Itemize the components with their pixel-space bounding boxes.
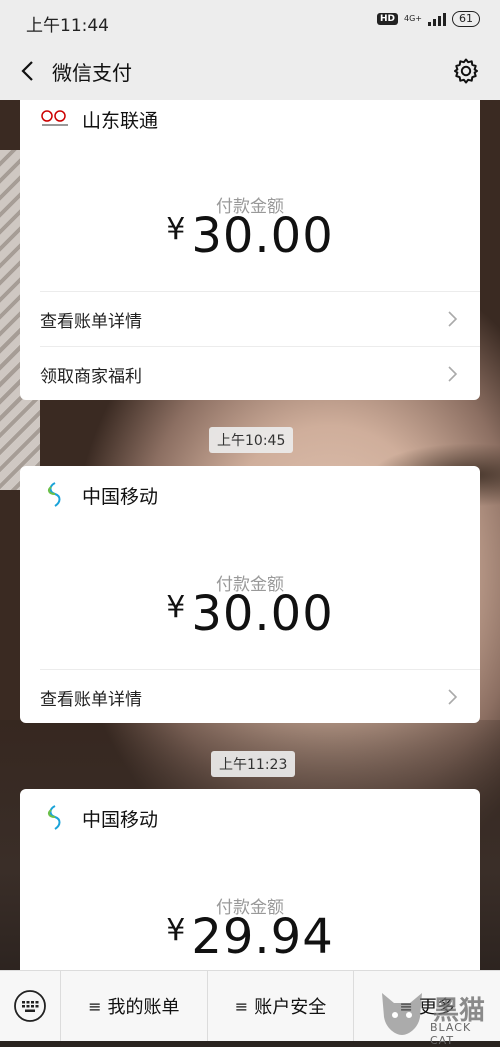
currency-symbol: ¥ (166, 913, 186, 948)
action-label: 查看账单详情 (40, 689, 142, 710)
back-icon (21, 61, 33, 81)
keyboard-toggle-button[interactable] (0, 971, 61, 1041)
menu-account-security[interactable]: ≡ 账户安全 (208, 971, 355, 1041)
bill-details-button[interactable]: 查看账单详情 (40, 291, 480, 346)
menu-label: 账户安全 (254, 997, 327, 1018)
nav-bar: 微信支付 (0, 42, 500, 100)
merchant-name: 山东联通 (82, 109, 159, 132)
currency-symbol: ¥ (166, 590, 186, 625)
amount-value: 29.94 (191, 909, 334, 965)
merchant-row: 中国移动 (40, 480, 158, 510)
status-icons: HD 4G+ 61 (376, 11, 480, 27)
status-bar: 上午11:44 HD 4G+ 61 (0, 0, 500, 42)
chevron-right-icon (448, 689, 458, 705)
signal-icon (428, 12, 446, 26)
page-title: 微信支付 (52, 61, 132, 85)
chevron-right-icon (448, 311, 458, 327)
china-mobile-logo-icon (40, 480, 70, 510)
menu-icon: ≡ (88, 996, 102, 1016)
menu-my-bills[interactable]: ≡ 我的账单 (61, 971, 208, 1041)
merchant-benefits-button[interactable]: 领取商家福利 (40, 346, 480, 400)
amount-value: 30.00 (191, 586, 334, 642)
amount: ¥30.00 (20, 208, 480, 264)
menu-label: 我的账单 (107, 997, 180, 1018)
network-type: 4G+ (404, 14, 422, 23)
status-time: 上午11:44 (26, 16, 109, 36)
amount-value: 30.00 (191, 208, 334, 264)
merchant-row: 山东联通 (40, 104, 158, 134)
bill-details-button[interactable]: 查看账单详情 (40, 669, 480, 723)
settings-button[interactable] (452, 57, 480, 85)
action-label: 领取商家福利 (40, 366, 142, 387)
amount: ¥30.00 (20, 586, 480, 642)
amount: ¥29.94 (20, 909, 480, 965)
gear-icon (454, 58, 478, 84)
merchant-name: 中国移动 (82, 485, 159, 508)
keyboard-icon (14, 990, 46, 1022)
watermark: 黑猫 BLACK CAT (378, 985, 498, 1047)
chevron-right-icon (448, 366, 458, 382)
message-timestamp: 上午11:23 (211, 751, 296, 777)
unicom-logo-icon (40, 104, 70, 134)
payment-card-1[interactable]: 山东联通 付款金额 ¥30.00 查看账单详情 领取商家福利 (20, 100, 480, 400)
merchant-row: 中国移动 (40, 803, 158, 833)
menu-icon: ≡ (234, 996, 249, 1016)
battery-level: 61 (452, 11, 480, 27)
china-mobile-logo-icon (40, 803, 70, 833)
merchant-name: 中国移动 (82, 808, 159, 831)
payment-card-3[interactable]: 中国移动 付款金额 ¥29.94 (20, 789, 480, 989)
action-label: 查看账单详情 (40, 311, 142, 332)
back-button[interactable] (14, 56, 44, 86)
watermark-subtext: BLACK CAT (430, 1021, 472, 1047)
currency-symbol: ¥ (166, 212, 186, 247)
cat-logo-icon (382, 993, 422, 1035)
message-timestamp: 上午10:45 (209, 427, 294, 453)
hd-icon: HD (376, 13, 398, 25)
payment-card-2[interactable]: 中国移动 付款金额 ¥30.00 查看账单详情 (20, 466, 480, 723)
